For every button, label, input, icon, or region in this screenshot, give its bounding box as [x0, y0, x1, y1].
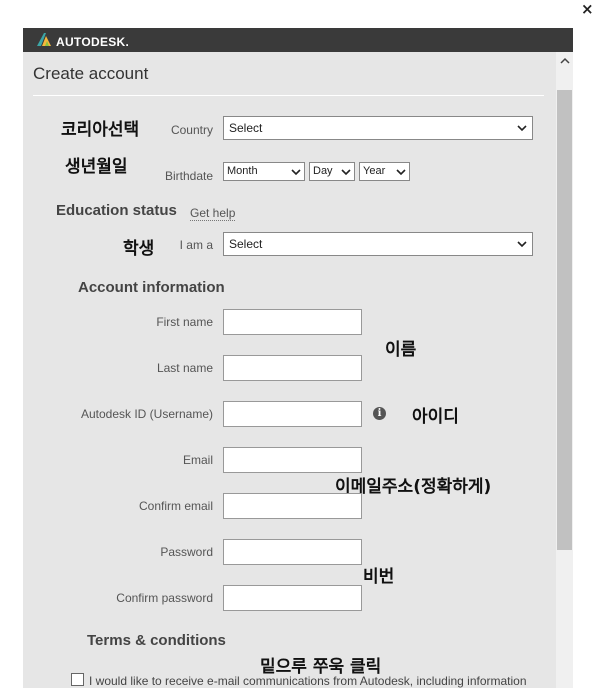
title-divider: [33, 95, 544, 96]
annotation-password: 비번: [363, 567, 395, 587]
annotation-student: 학생: [123, 239, 155, 259]
birthdate-label: Birthdate: [164, 169, 213, 183]
page-title: Create account: [33, 64, 149, 83]
email-input[interactable]: [223, 447, 362, 473]
i-am-a-label: I am a: [179, 238, 213, 252]
birth-year-select[interactable]: Year: [359, 162, 410, 181]
email-label: Email: [182, 453, 213, 467]
education-status-heading: Education status: [56, 202, 177, 219]
username-label: Autodesk ID (Username): [80, 407, 213, 421]
password-input[interactable]: [223, 539, 362, 565]
scroll-up-icon[interactable]: [556, 52, 573, 69]
education-select[interactable]: Select: [223, 232, 533, 256]
annotation-country: 코리아선택: [61, 120, 140, 140]
create-account-dialog: AUTODESK. Create account 코리아선택 Country S…: [23, 28, 573, 688]
birth-day-value: Day: [313, 165, 333, 177]
chevron-down-icon: [396, 169, 406, 176]
chevron-down-icon: [341, 169, 351, 176]
confirm-password-label: Confirm password: [116, 591, 213, 605]
close-icon[interactable]: ×: [581, 0, 593, 18]
autodesk-logo-icon: [37, 33, 51, 51]
first-name-label: First name: [156, 315, 213, 329]
chevron-down-icon: [517, 241, 527, 248]
chevron-down-icon: [291, 169, 301, 176]
birth-month-select[interactable]: Month: [223, 162, 305, 181]
confirm-password-input[interactable]: [223, 585, 362, 611]
country-label: Country: [170, 123, 213, 137]
get-help-link[interactable]: Get help: [190, 206, 236, 221]
last-name-label: Last name: [156, 361, 213, 375]
scrollbar-thumb[interactable]: [557, 90, 572, 550]
autodesk-logo: AUTODESK.: [37, 33, 129, 51]
marketing-optin-label: I would like to receive e-mail communica…: [89, 674, 527, 688]
birth-month-value: Month: [227, 165, 258, 177]
birth-year-value: Year: [363, 165, 386, 177]
terms-heading: Terms & conditions: [87, 632, 226, 649]
last-name-input[interactable]: [223, 355, 362, 381]
scrollbar[interactable]: [556, 52, 573, 688]
country-select[interactable]: Select: [223, 116, 533, 140]
confirm-email-input[interactable]: [223, 493, 362, 519]
first-name-input[interactable]: [223, 309, 362, 335]
education-select-value: Select: [229, 237, 263, 251]
birth-day-select[interactable]: Day: [309, 162, 355, 181]
form-scroll-area[interactable]: Create account 코리아선택 Country Select 생년월일…: [23, 52, 556, 688]
brand-name: AUTODESK.: [56, 35, 130, 49]
annotation-name: 이름: [385, 340, 417, 360]
marketing-optin-checkbox[interactable]: [71, 673, 84, 686]
country-select-value: Select: [229, 121, 263, 135]
account-information-heading: Account information: [78, 279, 225, 296]
password-label: Password: [160, 545, 213, 559]
info-icon[interactable]: i: [373, 407, 386, 420]
annotation-birthdate: 생년월일: [65, 157, 128, 177]
annotation-id: 아이디: [412, 407, 459, 427]
brand-bar: AUTODESK.: [23, 28, 573, 52]
chevron-down-icon: [517, 125, 527, 132]
confirm-email-label: Confirm email: [138, 499, 213, 513]
username-input[interactable]: [223, 401, 362, 427]
